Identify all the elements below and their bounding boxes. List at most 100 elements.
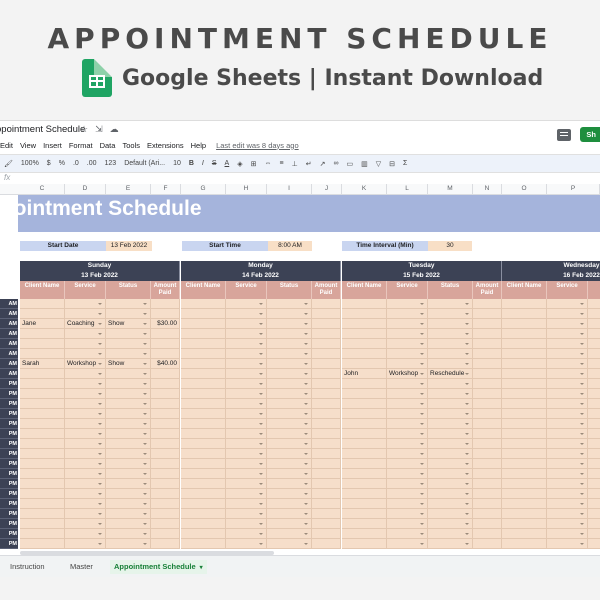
borders-icon[interactable]: ⊞ (251, 160, 257, 168)
status-cell[interactable] (267, 489, 312, 499)
status-cell[interactable] (267, 319, 312, 329)
amount-paid-cell[interactable] (473, 409, 502, 419)
service-cell[interactable] (547, 509, 588, 519)
service-cell[interactable] (547, 359, 588, 369)
amount-paid-cell[interactable] (151, 389, 180, 399)
client-name-cell[interactable] (502, 519, 547, 529)
amount-paid-cell[interactable] (312, 509, 341, 519)
status-cell[interactable] (106, 369, 151, 379)
service-cell[interactable] (547, 529, 588, 539)
service-cell[interactable] (226, 469, 267, 479)
comment-history-icon[interactable] (557, 128, 572, 141)
client-name-cell[interactable] (502, 349, 547, 359)
service-cell[interactable] (387, 469, 428, 479)
status-cell[interactable] (428, 479, 473, 489)
service-cell[interactable] (547, 299, 588, 309)
client-name-cell[interactable] (20, 539, 65, 549)
client-name-cell[interactable] (181, 359, 226, 369)
font-size-select[interactable]: 10 (173, 160, 181, 167)
status-cell[interactable] (267, 439, 312, 449)
client-name-cell[interactable] (502, 329, 547, 339)
client-name-cell[interactable] (502, 299, 547, 309)
client-name-cell[interactable] (342, 429, 387, 439)
status-cell[interactable] (106, 299, 151, 309)
status-cell[interactable] (267, 419, 312, 429)
client-name-cell[interactable] (502, 529, 547, 539)
status-cell[interactable] (428, 499, 473, 509)
amount-paid-cell[interactable] (473, 349, 502, 359)
client-name-cell[interactable] (20, 379, 65, 389)
service-cell[interactable] (387, 329, 428, 339)
status-cell[interactable] (428, 419, 473, 429)
menu-item-insert[interactable]: Insert (43, 141, 62, 150)
client-name-cell[interactable] (181, 529, 226, 539)
paint-format-icon[interactable]: 🖌 (4, 160, 13, 168)
client-name-cell[interactable] (20, 479, 65, 489)
service-cell[interactable] (65, 499, 106, 509)
client-name-cell[interactable] (181, 419, 226, 429)
service-cell[interactable] (65, 489, 106, 499)
status-cell[interactable] (267, 469, 312, 479)
status-cell[interactable] (106, 419, 151, 429)
service-cell[interactable] (65, 399, 106, 409)
client-name-cell[interactable] (181, 479, 226, 489)
column-header-g[interactable]: G (181, 184, 226, 194)
client-name-cell[interactable] (502, 319, 547, 329)
column-header-e[interactable]: E (106, 184, 151, 194)
status-cell[interactable] (428, 299, 473, 309)
service-cell[interactable] (65, 509, 106, 519)
column-header-h[interactable]: H (226, 184, 267, 194)
amount-paid-cell[interactable] (473, 539, 502, 549)
client-name-cell[interactable] (342, 399, 387, 409)
amount-paid-cell[interactable] (312, 529, 341, 539)
service-cell[interactable] (65, 339, 106, 349)
amount-paid-cell[interactable] (473, 479, 502, 489)
status-cell[interactable] (588, 299, 600, 309)
service-cell[interactable] (65, 469, 106, 479)
client-name-cell[interactable] (502, 379, 547, 389)
status-cell[interactable] (267, 409, 312, 419)
status-cell[interactable] (588, 479, 600, 489)
amount-paid-cell[interactable] (151, 339, 180, 349)
client-name-cell[interactable] (342, 339, 387, 349)
status-cell[interactable] (428, 459, 473, 469)
status-cell[interactable] (106, 539, 151, 549)
views-icon[interactable]: ⊟ (389, 160, 395, 168)
client-name-cell[interactable] (502, 399, 547, 409)
client-name-cell[interactable] (502, 459, 547, 469)
column-header-o[interactable]: O (502, 184, 547, 194)
status-cell[interactable] (588, 339, 600, 349)
document-title[interactable]: ppointment Schedule (0, 124, 85, 135)
status-cell[interactable] (588, 429, 600, 439)
client-name-cell[interactable] (502, 509, 547, 519)
amount-paid-cell[interactable] (473, 379, 502, 389)
client-name-cell[interactable] (181, 309, 226, 319)
number-format-select[interactable]: 123 (105, 160, 117, 167)
client-name-cell[interactable] (181, 329, 226, 339)
service-cell[interactable] (387, 309, 428, 319)
status-cell[interactable] (106, 389, 151, 399)
service-cell[interactable] (65, 379, 106, 389)
percent-button[interactable]: % (59, 160, 65, 167)
amount-paid-cell[interactable] (473, 419, 502, 429)
status-cell[interactable] (588, 369, 600, 379)
client-name-cell[interactable] (181, 399, 226, 409)
client-name-cell[interactable] (181, 439, 226, 449)
client-name-cell[interactable] (342, 379, 387, 389)
amount-paid-cell[interactable] (473, 459, 502, 469)
status-cell[interactable] (267, 479, 312, 489)
amount-paid-cell[interactable] (312, 389, 341, 399)
column-header-k[interactable]: K (342, 184, 387, 194)
status-cell[interactable] (428, 519, 473, 529)
client-name-cell[interactable] (181, 469, 226, 479)
service-cell[interactable] (387, 399, 428, 409)
client-name-cell[interactable] (502, 419, 547, 429)
client-name-cell[interactable] (181, 519, 226, 529)
status-cell[interactable] (588, 529, 600, 539)
client-name-cell[interactable] (20, 369, 65, 379)
service-cell[interactable] (65, 299, 106, 309)
client-name-cell[interactable] (342, 499, 387, 509)
service-cell[interactable] (547, 409, 588, 419)
service-cell[interactable] (387, 389, 428, 399)
amount-paid-cell[interactable] (151, 449, 180, 459)
